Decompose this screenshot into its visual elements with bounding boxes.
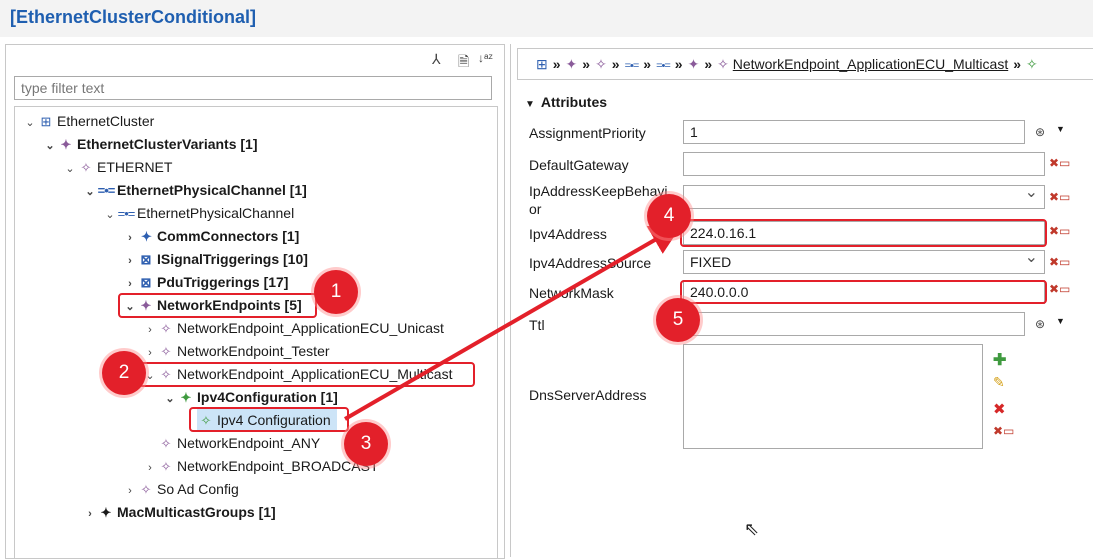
step-badge: 3 (344, 422, 388, 466)
step-badge: 4 (647, 194, 691, 238)
annotation-arrow (343, 223, 683, 421)
step-badge: 2 (102, 351, 146, 395)
mouse-cursor-icon: ⇖ (744, 519, 760, 539)
step-badge: 5 (656, 298, 700, 342)
step-badge: 1 (314, 270, 358, 314)
